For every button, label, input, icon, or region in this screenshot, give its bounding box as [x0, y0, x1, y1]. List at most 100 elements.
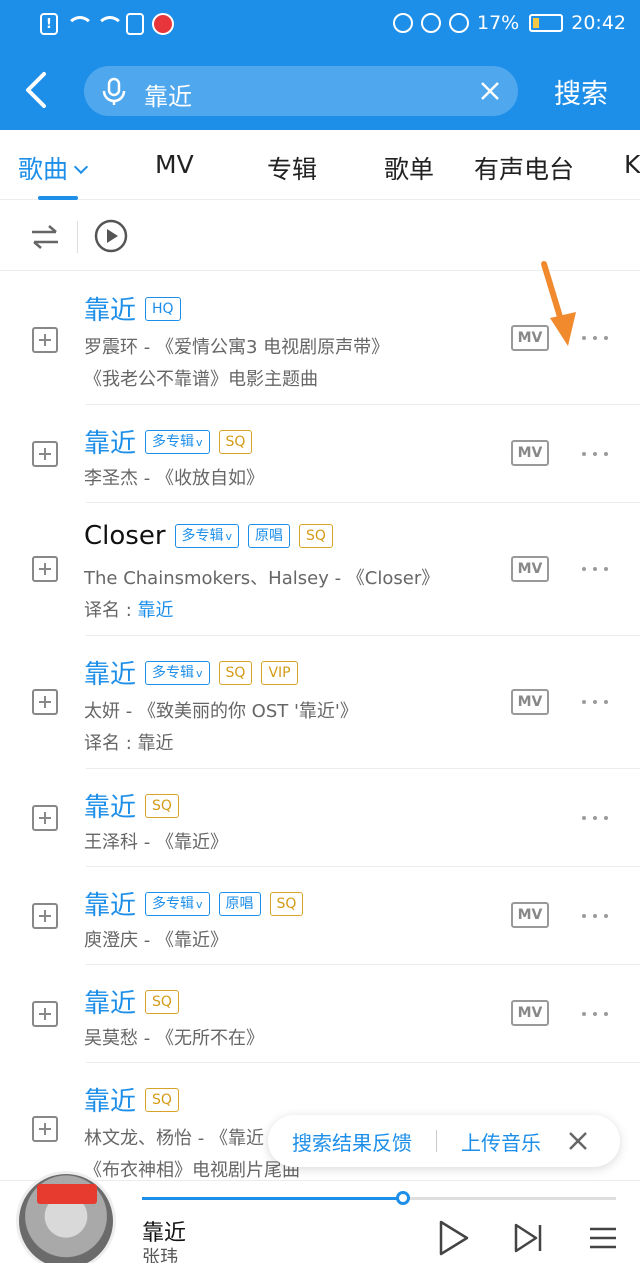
song-row[interactable]: 靠近 多专辑 SQ VIP 太妍 - 《致美丽的你 OST '靠近'》 译名 :… — [0, 636, 640, 769]
sort-icon[interactable] — [30, 223, 60, 251]
song-row[interactable]: 靠近 SQ 王泽科 - 《靠近》 — [0, 769, 640, 867]
mic-icon[interactable] — [98, 75, 130, 107]
song-translation: 译名 : 靠近 — [84, 600, 174, 621]
add-icon[interactable] — [32, 327, 58, 353]
progress-bar[interactable] — [142, 1191, 616, 1205]
song-row[interactable]: 靠近 多专辑 原唱 SQ 庾澄庆 - 《靠近》 MV — [0, 867, 640, 965]
add-icon[interactable] — [32, 903, 58, 929]
multi-album-tag[interactable]: 多专辑 — [145, 891, 210, 916]
signal-icon — [96, 14, 124, 34]
more-icon[interactable] — [580, 698, 610, 706]
status-bar: ! 17% 20:42 — [0, 0, 640, 52]
quality-tag: SQ — [269, 891, 304, 916]
alarm-icon — [421, 13, 441, 33]
album-art-graphic — [37, 1184, 97, 1204]
multi-album-tag[interactable]: 多专辑 — [145, 660, 210, 685]
more-icon[interactable] — [580, 1010, 610, 1018]
song-artist-album: 王泽科 - 《靠近》 — [84, 832, 228, 853]
song-artist-album: 太妍 - 《致美丽的你 OST '靠近'》 — [84, 701, 358, 722]
song-title: 靠近 — [84, 660, 137, 690]
clock: 20:42 — [571, 12, 626, 34]
mv-icon[interactable]: MV — [511, 556, 549, 582]
quality-tag: SQ — [218, 660, 253, 685]
add-icon[interactable] — [32, 556, 58, 582]
mini-player[interactable]: 靠近 张玮 — [0, 1171, 640, 1263]
add-icon[interactable] — [32, 1001, 58, 1027]
song-title-row: 靠近 多专辑 原唱 SQ — [84, 885, 304, 922]
status-left-icons: ! — [40, 13, 174, 35]
song-title: 靠近 — [84, 891, 137, 921]
quality-tag: SQ — [145, 1087, 179, 1112]
status-right: 17% 20:42 — [393, 12, 626, 34]
feedback-bar: 搜索结果反馈 上传音乐 — [268, 1115, 620, 1167]
add-icon[interactable] — [32, 805, 58, 831]
tab-k[interactable]: K — [624, 150, 640, 179]
tab-albums[interactable]: 专辑 — [267, 150, 317, 186]
tab-radio[interactable]: 有声电台 — [474, 150, 574, 186]
song-translation: 译名 : 靠近 — [84, 733, 174, 754]
mv-icon[interactable]: MV — [511, 902, 549, 928]
song-title-row: 靠近 多专辑 SQ — [84, 423, 253, 460]
tab-songs[interactable]: 歌曲 — [18, 150, 89, 186]
feedback-divider — [436, 1130, 437, 1152]
vip-tag: VIP — [261, 660, 298, 685]
search-feedback-link[interactable]: 搜索结果反馈 — [292, 1127, 412, 1156]
progress-fill — [142, 1197, 403, 1200]
now-playing-artist: 张玮 — [142, 1247, 178, 1263]
more-icon[interactable] — [580, 565, 610, 573]
add-icon[interactable] — [32, 689, 58, 715]
quality-tag: HQ — [145, 296, 181, 321]
clear-icon[interactable] — [478, 79, 502, 103]
add-icon[interactable] — [32, 441, 58, 467]
back-arrow-icon — [26, 72, 46, 108]
song-title: 靠近 — [84, 429, 137, 459]
next-icon[interactable] — [512, 1219, 546, 1257]
chevron-down-icon — [73, 159, 89, 175]
more-icon[interactable] — [580, 334, 610, 342]
play-icon[interactable] — [436, 1219, 470, 1257]
toolbar-divider — [77, 221, 78, 253]
alert-icon: ! — [40, 13, 58, 35]
add-icon[interactable] — [32, 1116, 58, 1142]
tab-playlists[interactable]: 歌单 — [384, 150, 434, 186]
song-artist-album: 林文龙、杨怡 - 《靠近 — [84, 1128, 264, 1149]
mv-icon[interactable]: MV — [511, 689, 549, 715]
mv-icon[interactable]: MV — [511, 440, 549, 466]
song-title-row: 靠近 HQ — [84, 290, 181, 327]
search-button[interactable]: 搜索 — [554, 72, 608, 111]
play-all-icon[interactable] — [94, 219, 128, 253]
back-button[interactable] — [18, 68, 58, 112]
wifi-icon — [66, 14, 94, 34]
multi-album-tag[interactable]: 多专辑 — [145, 429, 210, 454]
active-tab-indicator — [38, 196, 78, 200]
song-title: 靠近 — [84, 296, 137, 326]
battery-percent: 17% — [477, 12, 520, 34]
original-tag: 原唱 — [218, 891, 261, 916]
upload-music-link[interactable]: 上传音乐 — [461, 1127, 541, 1156]
song-artist-album: 庾澄庆 - 《靠近》 — [84, 930, 228, 951]
song-artist-album: The Chainsmokers、Halsey - 《Closer》 — [84, 568, 440, 589]
song-title: 靠近 — [84, 793, 137, 823]
close-icon[interactable] — [567, 1130, 589, 1152]
mv-icon[interactable]: MV — [511, 1000, 549, 1026]
multi-album-tag[interactable]: 多专辑 — [174, 524, 240, 548]
song-row[interactable]: 靠近 SQ 吴莫愁 - 《无所不在》 MV — [0, 965, 640, 1063]
album-cover[interactable] — [16, 1171, 116, 1263]
original-tag: 原唱 — [248, 524, 291, 548]
search-input[interactable]: 靠近 — [84, 66, 518, 116]
song-row[interactable]: 靠近 多专辑 SQ 李圣杰 - 《收放自如》 MV — [0, 405, 640, 503]
more-icon[interactable] — [580, 450, 610, 458]
playlist-icon[interactable] — [586, 1219, 620, 1257]
progress-knob[interactable] — [395, 1191, 410, 1205]
annotation-arrow-icon — [541, 261, 576, 346]
quality-tag: SQ — [299, 524, 333, 548]
tab-mv[interactable]: MV — [155, 150, 194, 179]
more-icon[interactable] — [580, 912, 610, 920]
song-note: 《布衣神相》电视剧片尾曲 — [84, 1160, 300, 1181]
battery-icon — [529, 14, 564, 32]
category-tabs: 歌曲 MV 专辑 歌单 有声电台 K — [0, 130, 640, 200]
more-icon[interactable] — [580, 814, 610, 822]
song-row[interactable]: Closer 多专辑 原唱 SQ The Chainsmokers、Halsey… — [0, 503, 640, 636]
song-artist-album: 吴莫愁 - 《无所不在》 — [84, 1028, 264, 1049]
song-title: 靠近 — [84, 1087, 137, 1117]
